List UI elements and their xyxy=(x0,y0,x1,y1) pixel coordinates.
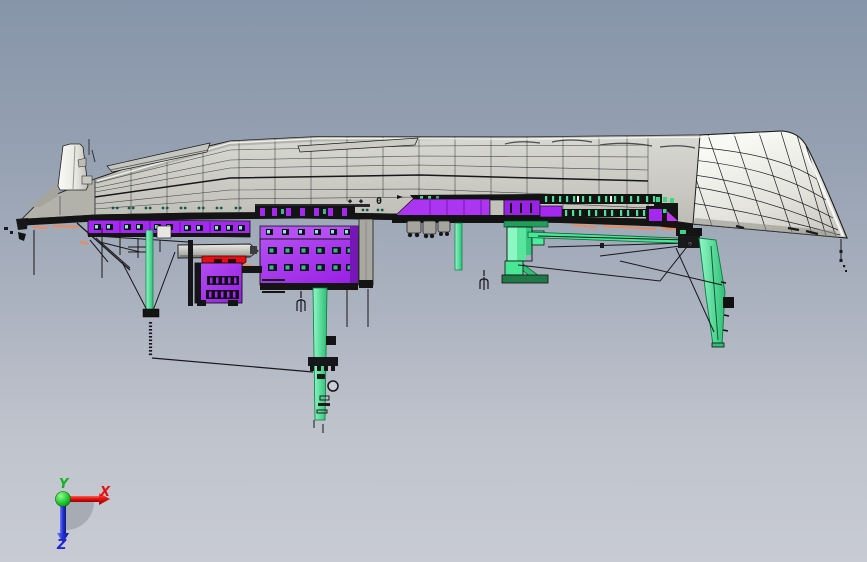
z-axis-label: Z xyxy=(57,538,67,553)
deck-marking: 0 xyxy=(376,196,383,207)
gray-column[interactable] xyxy=(358,218,374,288)
origin-ball xyxy=(55,491,71,507)
triad-arrows xyxy=(55,491,110,543)
cad-viewport[interactable]: 0 Y X Z xyxy=(0,0,867,562)
orientation-triad[interactable]: Y X Z xyxy=(40,472,130,562)
forward-mast[interactable] xyxy=(142,229,160,357)
rigging-cables xyxy=(33,222,723,373)
center-derrick-column[interactable] xyxy=(308,287,339,433)
deck-edge-structure-strip[interactable] xyxy=(255,204,370,218)
triad-shadow-fan xyxy=(66,502,94,530)
ship-model[interactable] xyxy=(0,0,867,562)
deckhouse-beam[interactable] xyxy=(87,219,251,239)
white-box xyxy=(156,225,172,239)
x-axis-label: X xyxy=(100,485,111,500)
hanging-machinery[interactable] xyxy=(406,220,451,239)
bow-funnel-tower[interactable] xyxy=(57,139,96,191)
deckhouse-block-a[interactable] xyxy=(259,225,359,293)
hanging-green-strip[interactable] xyxy=(454,222,463,271)
